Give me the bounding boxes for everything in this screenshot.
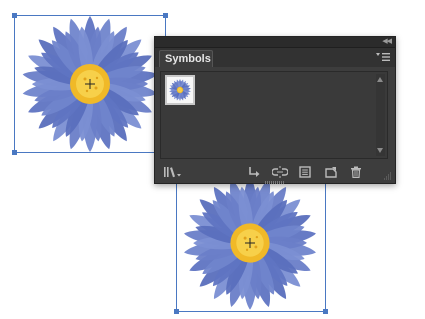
selection-handle[interactable] [12,150,17,155]
symbol-thumbnail[interactable] [165,75,195,105]
selection-handle[interactable] [163,13,168,18]
symbol-instance-1[interactable] [12,13,168,155]
selection-bounding-box [176,176,326,312]
panel-menu-icon[interactable] [376,52,390,62]
break-link-icon[interactable] [272,166,288,178]
symbol-libraries-menu-icon[interactable] [164,166,182,178]
symbols-list [160,71,388,159]
flower-icon [169,79,191,101]
delete-symbol-icon[interactable] [350,166,362,178]
double-chevron-left-icon[interactable]: ◀◀ [382,37,392,47]
tab-symbols[interactable]: Symbols [159,50,213,67]
panel-tab-strip: Symbols [155,48,395,67]
scroll-down-arrow-icon[interactable] [377,148,383,153]
selection-handle[interactable] [12,13,17,18]
selection-handle[interactable] [174,309,179,314]
panel-title-bar[interactable]: ◀◀ [155,37,395,48]
symbols-panel: ◀◀ Symbols [154,36,396,184]
vertical-scrollbar[interactable] [376,74,385,156]
place-symbol-instance-icon[interactable] [248,166,260,178]
scroll-up-arrow-icon[interactable] [377,77,383,82]
panel-resize-handle[interactable] [265,181,285,184]
panel-bottom-toolbar [155,161,395,184]
new-symbol-icon[interactable] [325,166,337,178]
resize-grip-icon[interactable] [383,170,392,182]
selection-handle[interactable] [323,309,328,314]
selection-bounding-box [14,15,166,153]
symbol-instance-2[interactable] [174,176,328,314]
symbol-options-icon[interactable] [299,166,311,178]
